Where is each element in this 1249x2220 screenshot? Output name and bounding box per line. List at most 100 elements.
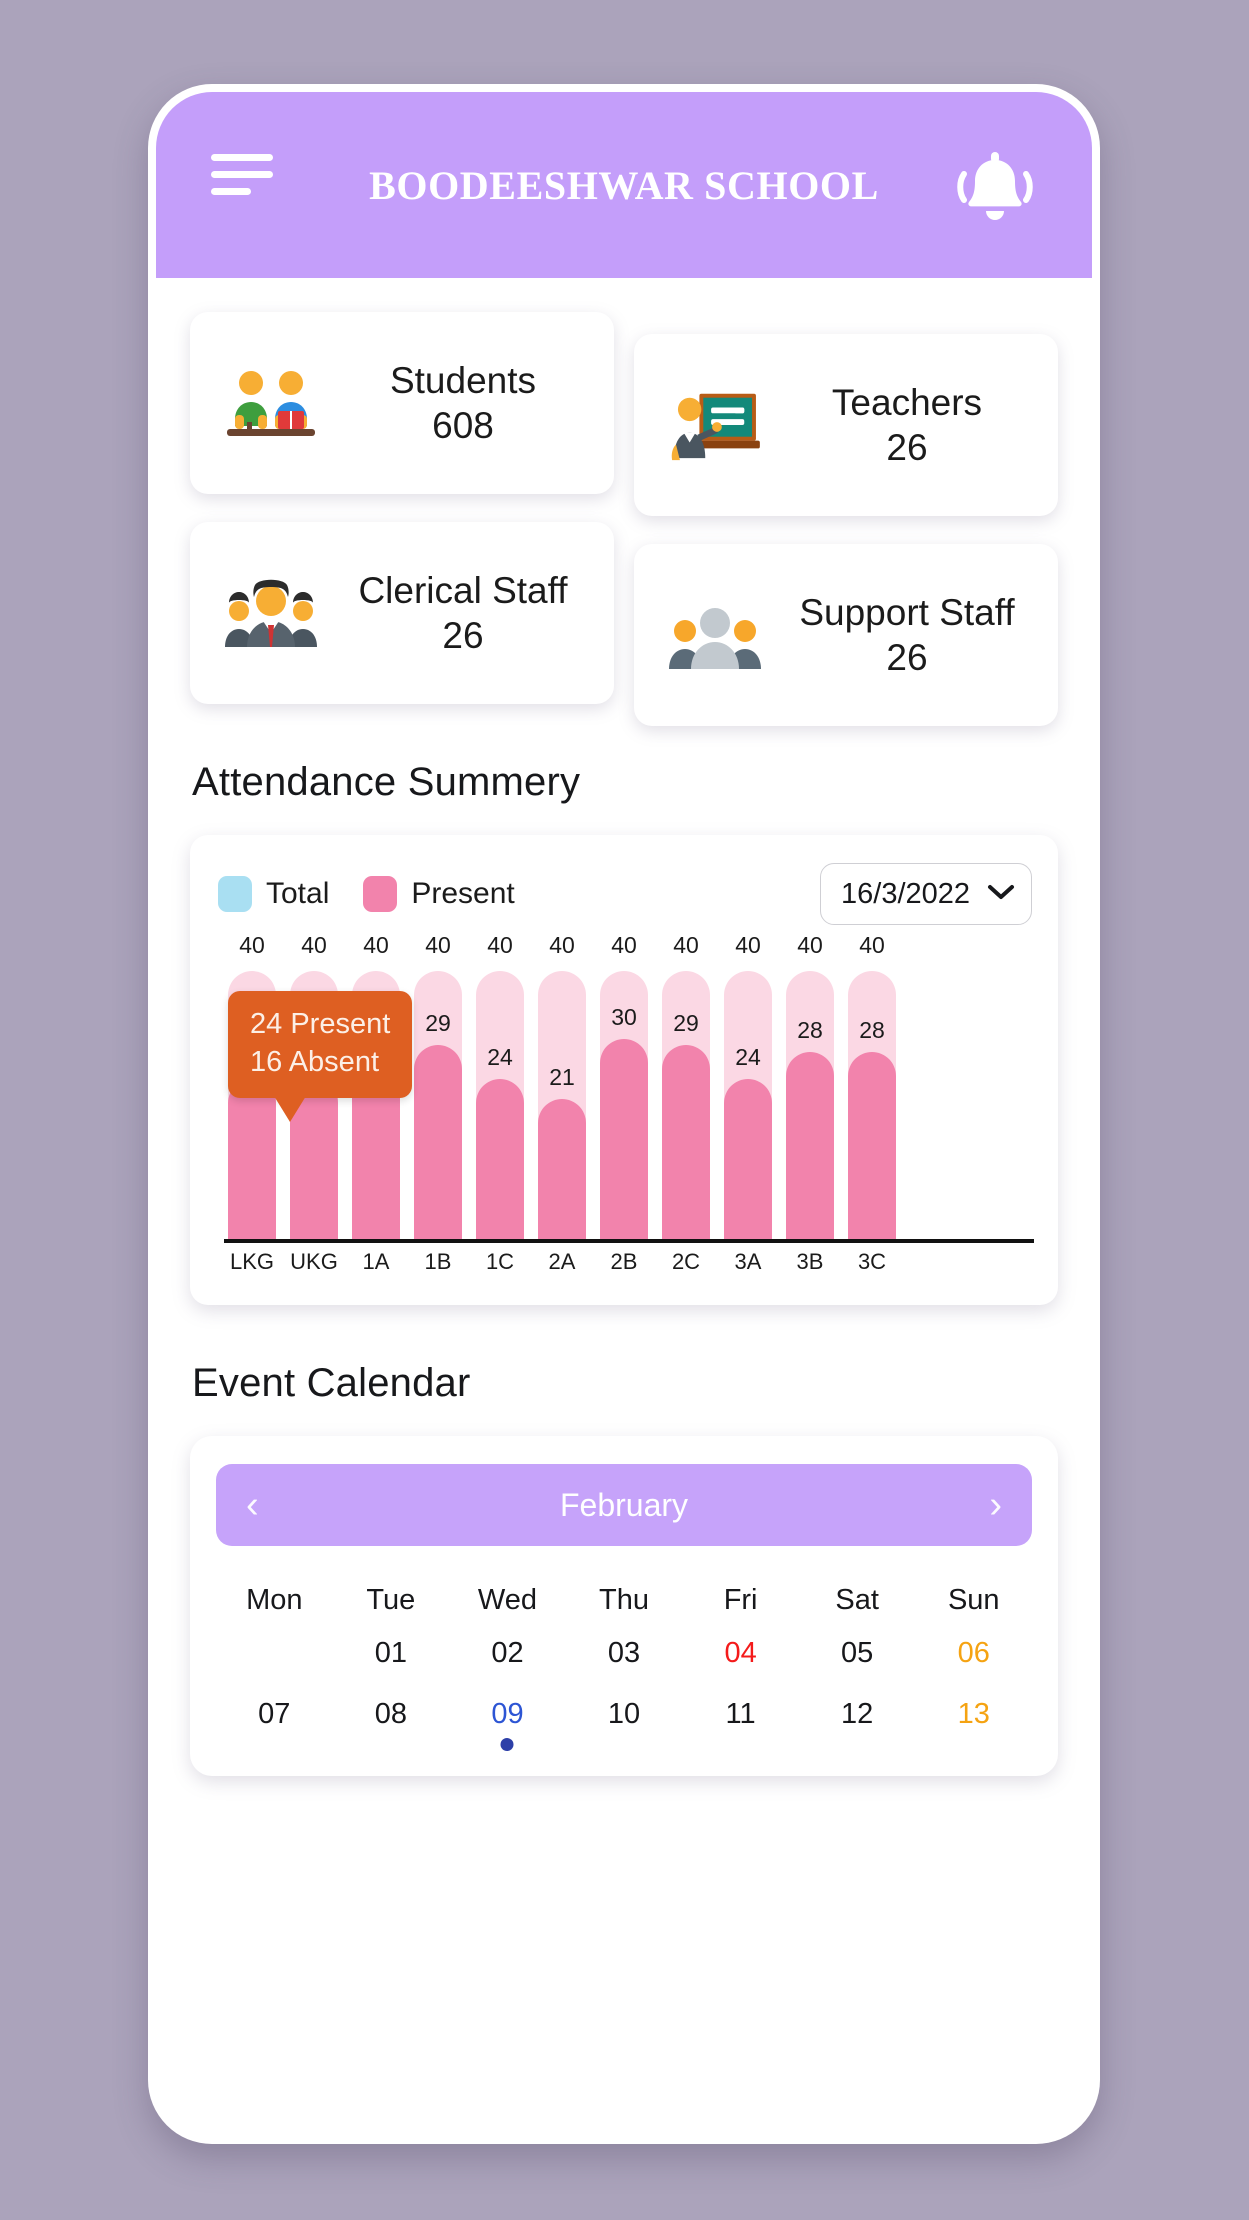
legend-label: Present (411, 877, 515, 910)
app-header: BOODEESHWAR SCHOOL (156, 92, 1092, 278)
attendance-bar-chart: 4024402440304029402440214030402940244028… (210, 932, 1038, 1275)
tooltip-absent-line: 16 Absent (250, 1045, 379, 1078)
bar-present (724, 1079, 772, 1241)
chevron-right-icon[interactable]: › (989, 1486, 1002, 1524)
stat-card-clerical-staff[interactable]: Clerical Staff 26 (190, 522, 614, 704)
date-select-dropdown[interactable]: 16/3/2022 (820, 863, 1032, 925)
bar-total-label: 40 (363, 932, 389, 958)
calendar-dow-label: Wed (477, 1584, 537, 1616)
bar-present-label: 28 (859, 1017, 885, 1043)
x-tick-label: 3C (857, 1249, 887, 1274)
legend-item-present: Present (363, 876, 515, 912)
bar-total-label: 40 (549, 932, 575, 958)
bar-column: 40 21 (538, 932, 586, 1241)
x-tick-label: LKG (229, 1249, 275, 1274)
calendar-day-cell[interactable]: 08 (333, 1684, 450, 1745)
legend-swatch-present (363, 876, 398, 912)
calendar-event-dot (500, 1738, 514, 1751)
stat-card-grid: Students 608 Teachers 26 Clerical Staff … (190, 312, 1058, 726)
legend-swatch-total (218, 876, 252, 912)
support-staff-icon (656, 599, 774, 671)
bar-total-label: 40 (425, 932, 451, 958)
calendar-day-cell[interactable]: 01 (333, 1623, 450, 1684)
bar-present (662, 1045, 710, 1241)
clerical-staff-icon (212, 577, 330, 649)
legend-label: Total (266, 877, 330, 910)
stat-label: Support Staff (799, 591, 1015, 633)
calendar-dow-label: Thu (599, 1584, 650, 1616)
stat-label: Teachers (831, 381, 983, 423)
bar-total-label: 40 (735, 932, 761, 958)
stat-value: 26 (442, 615, 484, 656)
calendar-dow-label: Tue (366, 1584, 416, 1616)
app-screenshot: BOODEESHWAR SCHOOL Students 608 Teachers… (0, 0, 1249, 2220)
stat-text: Teachers 26 (774, 380, 1052, 470)
bar-total-label: 40 (239, 932, 265, 958)
bar-present (786, 1052, 834, 1241)
attendance-section-title: Attendance Summery (192, 760, 581, 804)
bar-total-label: 40 (797, 932, 823, 958)
stat-card-support-staff[interactable]: Support Staff 26 (634, 544, 1058, 726)
bar-present-label: 24 (487, 1044, 513, 1070)
bar-total-label: 40 (673, 932, 699, 958)
calendar-day-cell[interactable]: 11 (682, 1684, 799, 1745)
x-tick-label: 3A (734, 1249, 762, 1274)
bar-present (600, 1038, 648, 1241)
calendar-section-title: Event Calendar (192, 1361, 471, 1405)
bar-column: 40 24 (476, 932, 524, 1241)
calendar-day-cell[interactable]: 03 (566, 1623, 683, 1684)
calendar-dow-label: Fri (723, 1584, 758, 1616)
stat-card-teachers[interactable]: Teachers 26 (634, 334, 1058, 516)
x-tick-label: 2A (548, 1249, 576, 1274)
calendar-day-cell[interactable]: 06 (915, 1623, 1032, 1684)
bar-column: 40 28 (786, 932, 834, 1241)
date-select-value: 16/3/2022 (841, 877, 971, 910)
calendar-day-cell[interactable]: 13 (915, 1684, 1032, 1745)
notification-bell-icon[interactable] (950, 148, 1040, 228)
stat-value: 608 (432, 405, 494, 446)
calendar-month-label: February (559, 1486, 689, 1523)
stat-text: Support Staff 26 (774, 590, 1052, 680)
calendar-day-cell[interactable]: 07 (216, 1684, 333, 1745)
calendar-day-cell[interactable]: 04 (682, 1623, 799, 1684)
calendar-dow-row: Mon Tue Wed Thu Fri Sat Sun (216, 1572, 1032, 1623)
bar-total-label: 40 (859, 932, 885, 958)
chevron-left-icon[interactable]: ‹ (246, 1486, 259, 1524)
attendance-chart-card: Total Present 16/3/2022 40 40 40 40 29 4… (190, 835, 1058, 1305)
x-tick-label: 3B (796, 1249, 824, 1274)
event-calendar-card: ‹ February › Mon Tue Wed Thu Fri Sat Sun 01 02 03… (190, 1436, 1058, 1776)
calendar-day-cell[interactable]: 10 (566, 1684, 683, 1745)
legend-item-total: Total (218, 876, 329, 912)
x-tick-label: 1B (424, 1249, 452, 1274)
calendar-day-cell[interactable]: 12 (799, 1684, 916, 1745)
x-tick-label: 2C (671, 1249, 701, 1274)
bar-present (476, 1079, 524, 1241)
bar-present-label: 24 (735, 1044, 761, 1070)
calendar-grid: Mon Tue Wed Thu Fri Sat Sun 01 02 03 04 05 06 07 08 09 1… (216, 1572, 1032, 1751)
bar-column: 40 24 (724, 932, 772, 1241)
x-tick-label: UKG (290, 1249, 338, 1274)
bar-present (228, 1079, 276, 1241)
stat-value: 26 (886, 637, 928, 678)
stat-text: Students 608 (330, 358, 608, 448)
calendar-dow-label: Sat (835, 1584, 879, 1616)
students-icon (212, 367, 330, 439)
stat-label: Clerical Staff (358, 569, 568, 611)
stat-label: Students (389, 359, 537, 401)
dashboard-content: Students 608 Teachers 26 Clerical Staff … (156, 278, 1092, 2136)
bar-column: 40 30 (600, 932, 648, 1241)
stat-card-students[interactable]: Students 608 (190, 312, 614, 494)
bar-present-label: 21 (549, 1064, 575, 1091)
teacher-board-icon (656, 386, 774, 464)
calendar-dow-label: Mon (246, 1584, 303, 1616)
bar-total-label: 40 (487, 932, 513, 958)
calendar-dow-label: Sun (947, 1584, 1000, 1616)
bar-present-label: 28 (797, 1017, 823, 1043)
bar-present-label: 30 (611, 1003, 637, 1030)
bar-present-label: 29 (673, 1010, 699, 1037)
calendar-day-cell[interactable]: 09 (449, 1684, 566, 1751)
stat-value: 26 (886, 427, 928, 468)
calendar-day-cell[interactable]: 02 (449, 1623, 566, 1684)
phone-screen: BOODEESHWAR SCHOOL Students 608 Teachers… (156, 92, 1092, 2136)
calendar-day-cell[interactable]: 05 (799, 1623, 916, 1684)
